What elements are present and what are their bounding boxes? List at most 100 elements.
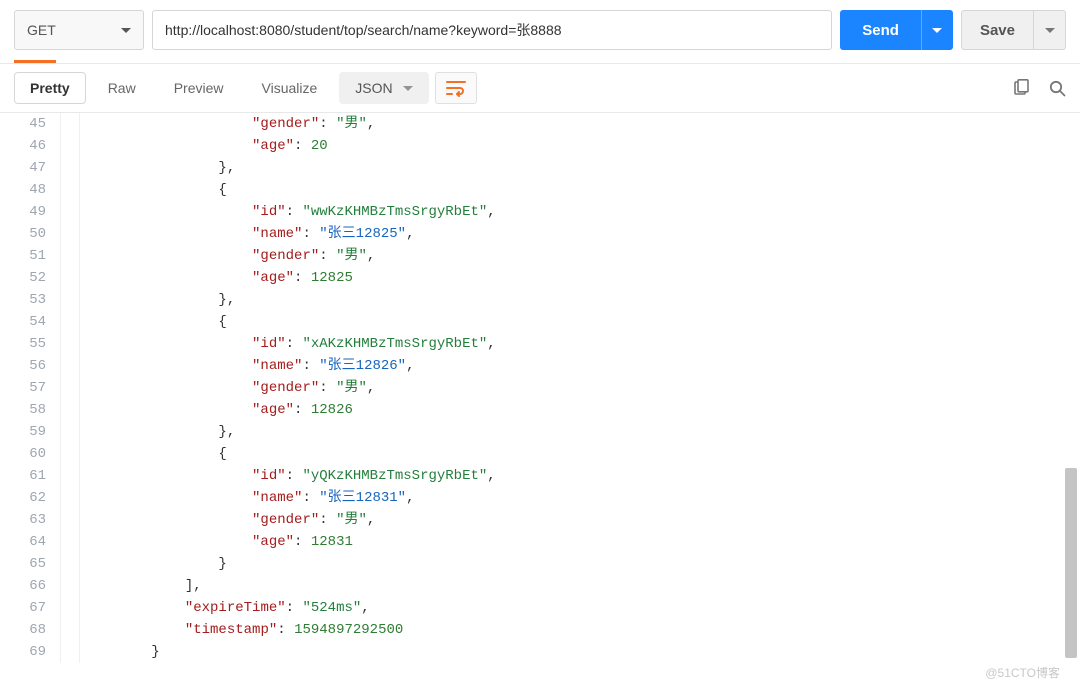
gutter [60, 201, 80, 223]
line-number: 60 [0, 443, 60, 465]
line-number: 48 [0, 179, 60, 201]
code-line: 57 "gender": "男", [0, 377, 1080, 399]
code-text: "gender": "男", [80, 113, 375, 135]
line-number: 69 [0, 641, 60, 663]
gutter [60, 597, 80, 619]
wrap-lines-toggle[interactable] [435, 72, 477, 104]
line-number: 45 [0, 113, 60, 135]
code-text: { [80, 179, 227, 201]
http-method-select[interactable]: GET [14, 10, 144, 50]
gutter [60, 355, 80, 377]
line-number: 57 [0, 377, 60, 399]
gutter [60, 531, 80, 553]
tab-pretty[interactable]: Pretty [14, 72, 86, 104]
line-number: 65 [0, 553, 60, 575]
chevron-down-icon [932, 28, 942, 33]
watermark: @51CTO博客 [985, 664, 1060, 681]
line-number: 53 [0, 289, 60, 311]
save-button[interactable]: Save [961, 10, 1034, 50]
line-number: 64 [0, 531, 60, 553]
code-text: "age": 20 [80, 135, 328, 157]
code-line: 47 }, [0, 157, 1080, 179]
code-line: 67 "expireTime": "524ms", [0, 597, 1080, 619]
response-view-tabs: Pretty Raw Preview Visualize JSON [0, 64, 1080, 112]
line-number: 63 [0, 509, 60, 531]
code-line: 63 "gender": "男", [0, 509, 1080, 531]
gutter [60, 421, 80, 443]
code-text: "age": 12825 [80, 267, 353, 289]
line-number: 68 [0, 619, 60, 641]
code-text: }, [80, 289, 235, 311]
code-text: "name": "张三12826", [80, 355, 414, 377]
tab-raw[interactable]: Raw [92, 72, 152, 104]
code-text: "name": "张三12825", [80, 223, 414, 245]
line-number: 56 [0, 355, 60, 377]
scrollbar-thumb[interactable] [1065, 468, 1077, 658]
send-more-button[interactable] [921, 10, 953, 50]
code-line: 64 "age": 12831 [0, 531, 1080, 553]
code-content[interactable]: 45 "gender": "男",46 "age": 2047 },48 {49… [0, 113, 1080, 673]
code-line: 59 }, [0, 421, 1080, 443]
code-line: 50 "name": "张三12825", [0, 223, 1080, 245]
line-number: 54 [0, 311, 60, 333]
code-line: 68 "timestamp": 1594897292500 [0, 619, 1080, 641]
gutter [60, 333, 80, 355]
copy-icon[interactable] [1012, 79, 1030, 97]
gutter [60, 377, 80, 399]
code-text: } [80, 553, 227, 575]
method-value: GET [27, 22, 56, 38]
code-text: "name": "张三12831", [80, 487, 414, 509]
code-text: "gender": "男", [80, 245, 375, 267]
response-format-select[interactable]: JSON [339, 72, 428, 104]
code-line: 61 "id": "yQKzKHMBzTmsSrgyRbEt", [0, 465, 1080, 487]
code-text: { [80, 311, 227, 333]
url-input[interactable] [152, 10, 832, 50]
line-number: 62 [0, 487, 60, 509]
code-text: }, [80, 157, 235, 179]
chevron-down-icon [1045, 28, 1055, 33]
request-bar: GET Send Save [0, 0, 1080, 60]
gutter [60, 509, 80, 531]
send-button[interactable]: Send [840, 10, 921, 50]
code-line: 51 "gender": "男", [0, 245, 1080, 267]
code-line: 56 "name": "张三12826", [0, 355, 1080, 377]
code-text: "id": "wwKzKHMBzTmsSrgyRbEt", [80, 201, 496, 223]
save-button-group: Save [961, 10, 1066, 50]
code-text: ], [80, 575, 202, 597]
gutter [60, 619, 80, 641]
save-more-button[interactable] [1034, 10, 1066, 50]
gutter [60, 289, 80, 311]
scrollbar[interactable] [1064, 113, 1078, 673]
code-text: } [80, 641, 160, 663]
code-text: "id": "yQKzKHMBzTmsSrgyRbEt", [80, 465, 496, 487]
line-number: 51 [0, 245, 60, 267]
code-text: "gender": "男", [80, 377, 375, 399]
line-number: 59 [0, 421, 60, 443]
gutter [60, 157, 80, 179]
gutter [60, 443, 80, 465]
search-icon[interactable] [1048, 79, 1066, 97]
code-line: 55 "id": "xAKzKHMBzTmsSrgyRbEt", [0, 333, 1080, 355]
code-line: 60 { [0, 443, 1080, 465]
code-line: 53 }, [0, 289, 1080, 311]
tab-preview[interactable]: Preview [158, 72, 240, 104]
code-line: 48 { [0, 179, 1080, 201]
line-number: 46 [0, 135, 60, 157]
code-line: 58 "age": 12826 [0, 399, 1080, 421]
gutter [60, 311, 80, 333]
gutter [60, 399, 80, 421]
code-line: 49 "id": "wwKzKHMBzTmsSrgyRbEt", [0, 201, 1080, 223]
line-number: 55 [0, 333, 60, 355]
response-body: 45 "gender": "男",46 "age": 2047 },48 {49… [0, 113, 1080, 673]
line-number: 58 [0, 399, 60, 421]
tab-visualize[interactable]: Visualize [246, 72, 334, 104]
code-line: 46 "age": 20 [0, 135, 1080, 157]
line-number: 50 [0, 223, 60, 245]
chevron-down-icon [403, 86, 413, 91]
code-text: "timestamp": 1594897292500 [80, 619, 403, 641]
gutter [60, 553, 80, 575]
gutter [60, 641, 80, 663]
send-button-group: Send [840, 10, 953, 50]
code-line: 65 } [0, 553, 1080, 575]
gutter [60, 179, 80, 201]
